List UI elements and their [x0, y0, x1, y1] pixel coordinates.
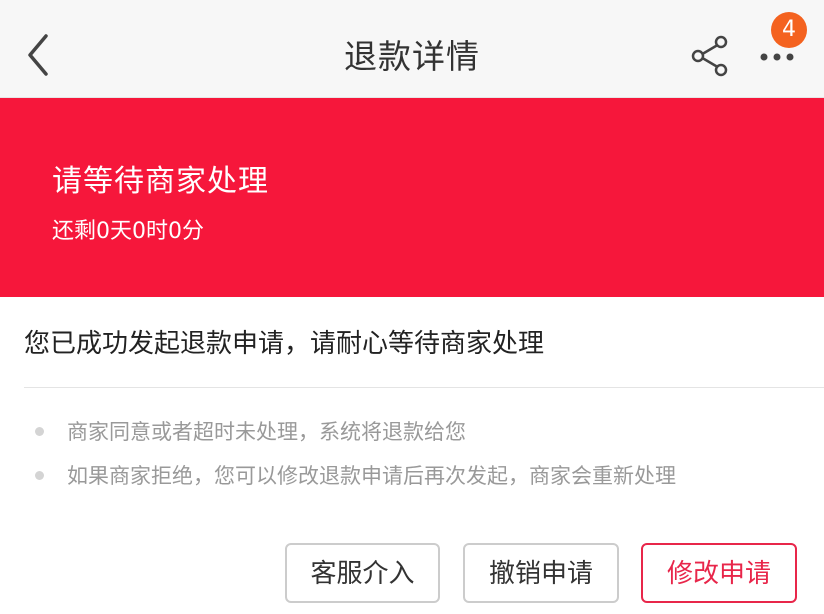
share-icon [691, 35, 728, 77]
divider [24, 387, 824, 388]
bullet-dot-icon [35, 427, 44, 436]
customer-service-button[interactable]: 客服介入 [285, 543, 440, 603]
nav-header: 退款详情 4 [0, 0, 824, 98]
notes-list: 商家同意或者超时未处理，系统将退款给您 如果商家拒绝，您可以修改退款申请后再次发… [0, 412, 824, 500]
note-item: 如果商家拒绝，您可以修改退款申请后再次发起，商家会重新处理 [0, 456, 824, 500]
countdown-text: 还剩0天0时0分 [52, 219, 204, 244]
refund-detail-page: 退款详情 4 请等待商家处理 还剩0天0时0分 您已成功发起退款申请，请耐心等待… [0, 0, 824, 614]
status-banner: 请等待商家处理 还剩0天0时0分 [0, 98, 824, 297]
share-button[interactable] [688, 34, 732, 78]
bullet-dot-icon [35, 471, 44, 480]
refund-message: 您已成功发起退款申请，请耐心等待商家处理 [24, 329, 545, 359]
note-item: 商家同意或者超时未处理，系统将退款给您 [0, 412, 824, 456]
note-text: 商家同意或者超时未处理，系统将退款给您 [67, 420, 466, 444]
status-title: 请等待商家处理 [52, 164, 269, 199]
notification-badge: 4 [771, 12, 807, 48]
cancel-request-button[interactable]: 撤销申请 [463, 543, 619, 603]
note-text: 如果商家拒绝，您可以修改退款申请后再次发起，商家会重新处理 [67, 464, 676, 488]
modify-request-button[interactable]: 修改申请 [641, 543, 797, 603]
